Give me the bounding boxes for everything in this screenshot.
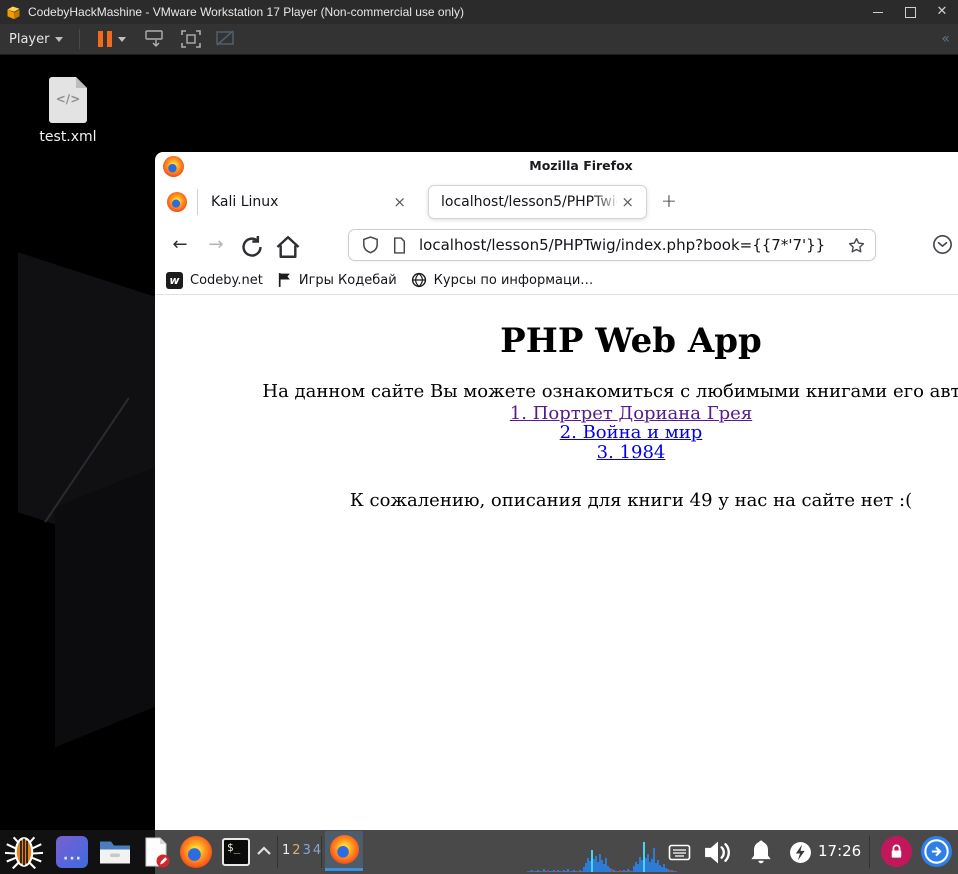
navigation-bar: ← → localhost/lesson5/PHPTwig/index.php?…	[155, 224, 958, 266]
url-input[interactable]: localhost/lesson5/PHPTwig/index.php?book…	[419, 236, 848, 254]
web-page-content: PHP Web App На данном сайте Вы можете оз…	[155, 295, 958, 830]
pinned-tab-firefox[interactable]	[163, 192, 191, 212]
arrow-right-circle-icon	[924, 839, 949, 864]
fullscreen-icon[interactable]	[179, 28, 203, 50]
player-menu-label: Player	[9, 31, 50, 47]
bookmark-label: Игры Кодебай	[298, 272, 397, 288]
pocket-save-icon[interactable]	[932, 234, 953, 255]
workspace-switcher[interactable]: 1234	[282, 843, 323, 858]
player-menu-button[interactable]: Player	[0, 32, 69, 47]
kali-menu-button[interactable]	[3, 833, 45, 871]
new-tab-button[interactable]: +	[657, 190, 681, 214]
book-link-3[interactable]: 3. 1984	[155, 442, 958, 462]
dots-icon: ···	[63, 851, 82, 867]
page-info-icon[interactable]	[392, 236, 407, 254]
terminal-launcher-button[interactable]: $_	[222, 838, 250, 866]
workspace-3[interactable]: 3	[303, 843, 313, 858]
xml-file-icon: </>	[49, 77, 87, 123]
workspace-1[interactable]: 1	[282, 843, 292, 858]
xfce-panel: ··· $_ 1234 17:26	[0, 830, 958, 874]
firefox-window-title: Mozilla Firefox	[529, 158, 633, 173]
notification-bell-icon[interactable]	[747, 838, 775, 866]
keyboard-tray-icon[interactable]	[668, 844, 691, 861]
home-icon[interactable]	[275, 234, 301, 260]
reload-icon[interactable]	[239, 234, 265, 260]
power-manager-icon[interactable]	[789, 841, 812, 864]
network-graph	[527, 840, 677, 872]
book-links-list: 1. Портрет Дориана Грея 2. Война и мир 3…	[155, 404, 958, 462]
bookmark-courses[interactable]: Курсы по информаци…	[411, 272, 594, 288]
kali-desktop: </> test.xml Mozilla Firefox Kali Linux …	[0, 55, 958, 874]
not-found-message: К сожалению, описания для книги 49 у нас…	[349, 489, 913, 511]
url-bar[interactable]: localhost/lesson5/PHPTwig/index.php?book…	[348, 229, 876, 261]
book-link-2[interactable]: 2. Война и мир	[155, 423, 958, 443]
tab-title: localhost/lesson5/PHPTwig/i	[441, 194, 618, 210]
codeby-w-icon: w	[166, 271, 183, 289]
clock[interactable]: 17:26	[818, 842, 861, 860]
code-glyph: </>	[55, 92, 81, 106]
vmware-titlebar: CodebyHackMashine - VMware Workstation 1…	[0, 0, 958, 24]
workspace-2[interactable]: 2	[292, 843, 302, 858]
pause-icon	[107, 31, 113, 47]
bookmarks-bar: w Codeby.net Игры Кодебай Курсы по инфор…	[155, 266, 958, 295]
minimize-button[interactable]	[870, 4, 886, 20]
tab-kali-linux[interactable]: Kali Linux ×	[198, 185, 420, 219]
lock-screen-button[interactable]	[881, 836, 912, 867]
vmware-toolbar: Player	[0, 24, 958, 55]
unity-mode-disabled-icon	[216, 30, 235, 46]
bookmark-games[interactable]: Игры Кодебай	[277, 272, 397, 288]
panel-separator	[321, 836, 322, 868]
chevron-down-icon	[55, 36, 64, 42]
tracking-shield-icon[interactable]	[362, 236, 379, 254]
globe-icon	[411, 272, 426, 288]
volume-icon[interactable]	[703, 839, 734, 866]
bookmark-label: Codeby.net	[190, 272, 263, 288]
forward-button: →	[208, 234, 224, 255]
page-title: PHP Web App	[500, 321, 762, 361]
tab-localhost-active[interactable]: localhost/lesson5/PHPTwig/i ×	[428, 185, 647, 219]
vmware-logo-icon	[7, 6, 20, 19]
taskbar-firefox-window-button[interactable]	[325, 831, 363, 871]
pause-icon	[98, 31, 104, 47]
show-desktop-button[interactable]: ···	[56, 836, 88, 868]
logout-button[interactable]	[921, 836, 952, 867]
wallpaper-shape	[55, 462, 165, 748]
tab-title: Kali Linux	[211, 194, 279, 210]
vmware-window-title: CodebyHackMashine - VMware Workstation 1…	[28, 5, 464, 19]
firefox-icon	[329, 835, 359, 864]
firefox-launcher-button[interactable]	[180, 836, 212, 868]
suspend-vm-button[interactable]	[98, 31, 113, 47]
vmware-window: CodebyHackMashine - VMware Workstation 1…	[0, 0, 958, 874]
text-editor-button[interactable]	[140, 836, 172, 868]
file-manager-button[interactable]	[98, 838, 132, 867]
suspend-dropdown-chevron-icon[interactable]	[118, 36, 127, 42]
send-ctrl-alt-del-icon[interactable]	[143, 28, 169, 50]
panel-separator	[869, 836, 870, 868]
maximize-button[interactable]	[902, 4, 918, 20]
firefox-titlebar: Mozilla Firefox	[155, 152, 958, 180]
panel-separator	[277, 836, 278, 868]
desktop-file-label: test.xml	[39, 129, 97, 145]
tab-title-fade	[592, 190, 622, 214]
bookmark-codeby[interactable]: w Codeby.net	[166, 271, 263, 289]
panel-expand-chevron-icon[interactable]	[256, 845, 272, 857]
flag-icon	[278, 273, 290, 287]
book-link-1[interactable]: 1. Портрет Дориана Грея	[155, 404, 958, 424]
firefox-favicon-icon	[167, 192, 187, 212]
desktop-file-test-xml[interactable]: </> test.xml	[38, 77, 98, 145]
collapse-toolbar-button[interactable]: «	[941, 31, 949, 47]
tab-close-icon[interactable]: ×	[389, 193, 410, 212]
padlock-icon	[891, 844, 902, 858]
back-button[interactable]: ←	[167, 232, 193, 258]
tab-bar: Kali Linux × localhost/lesson5/PHPTwig/i…	[155, 180, 958, 224]
bookmark-label: Курсы по информаци…	[433, 272, 594, 288]
page-intro-text: На данном сайте Вы можете ознакомиться с…	[262, 381, 958, 402]
bookmark-star-icon[interactable]	[848, 237, 865, 254]
firefox-window: Mozilla Firefox Kali Linux × localhost/l…	[155, 152, 958, 830]
close-button[interactable]: ✕	[934, 4, 950, 20]
toolbar-divider	[79, 29, 81, 49]
